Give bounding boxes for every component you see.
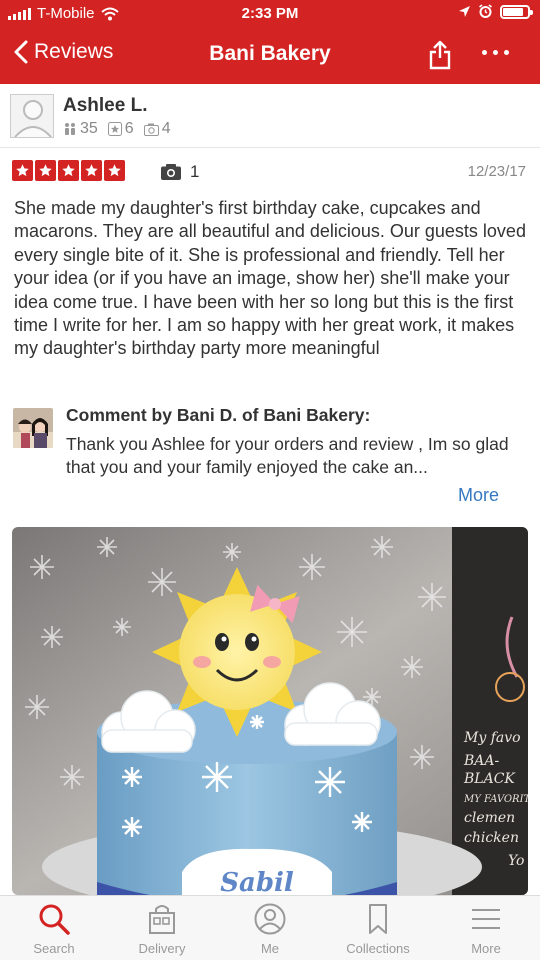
photos-count: 4 — [161, 120, 171, 137]
tab-search-label: Search — [33, 941, 75, 956]
back-button[interactable]: Reviews — [14, 40, 113, 64]
more-options-button[interactable] — [482, 50, 509, 55]
star-rating — [12, 160, 125, 181]
search-icon — [39, 904, 70, 935]
reviewer-header[interactable]: Ashlee L. 35 6 4 — [0, 84, 540, 148]
friends-stat: 35 — [63, 120, 98, 138]
location-arrow-icon — [459, 6, 470, 17]
chalkboard-text-line: Yo — [508, 853, 524, 869]
reviewer-name[interactable]: Ashlee L. — [63, 95, 147, 117]
chalkboard-text-line: BAA- — [463, 753, 500, 769]
review-photo-count[interactable]: 1 — [160, 162, 199, 182]
review-date: 12/23/17 — [467, 163, 526, 180]
bookmark-icon — [369, 904, 387, 934]
rating-star-icon — [12, 160, 33, 181]
owner-comment-title: Comment by Bani D. of Bani Bakery: — [66, 405, 371, 425]
back-label: Reviews — [34, 40, 114, 63]
status-bar: T-Mobile 2:33 PM — [0, 0, 540, 28]
chalkboard-text-line: clemen — [464, 810, 515, 826]
owner-comment-more-link[interactable]: More — [458, 485, 499, 506]
review-body: She made my daughter's first birthday ca… — [14, 198, 526, 359]
camera-small-icon — [143, 123, 159, 136]
review-star-icon — [107, 122, 122, 136]
review-photo[interactable]: My favo BAA- BLACK MY FAVORITE clemen chicken… — [12, 527, 528, 895]
chalkboard-text-line: My favo — [463, 730, 521, 746]
tab-delivery[interactable]: Delivery — [108, 896, 216, 960]
owner-photo — [13, 408, 53, 448]
menu-icon — [472, 909, 500, 929]
camera-icon — [161, 164, 181, 180]
tab-search[interactable]: Search — [0, 896, 108, 960]
delivery-bag-icon — [149, 905, 175, 934]
chevron-left-icon — [14, 40, 28, 64]
default-user-icon — [11, 95, 53, 137]
reviews-count: 6 — [124, 120, 134, 137]
rating-star-icon — [58, 160, 79, 181]
reviewer-stats: 35 6 4 — [63, 120, 171, 138]
profile-icon — [254, 903, 286, 935]
photo-count-value: 1 — [190, 162, 200, 181]
top-bar: T-Mobile 2:33 PM Reviews Bani Bakery — [0, 0, 540, 84]
rating-star-icon — [104, 160, 125, 181]
alarm-icon — [479, 4, 492, 18]
status-right-group — [458, 4, 533, 19]
reviewer-avatar[interactable] — [10, 94, 54, 138]
tab-delivery-label: Delivery — [138, 941, 186, 956]
tab-me-label: Me — [260, 941, 280, 956]
bottom-tab-bar: Search Delivery Me Collections More — [0, 895, 540, 960]
share-button[interactable] — [428, 40, 452, 75]
photos-stat: 4 — [143, 120, 171, 138]
share-icon — [429, 40, 451, 70]
tab-me[interactable]: Me — [216, 896, 324, 960]
reviews-stat: 6 — [107, 120, 134, 138]
more-dots-icon — [482, 50, 487, 55]
tab-more-label: More — [471, 941, 501, 956]
tab-more[interactable]: More — [432, 896, 540, 960]
nav-bar: Reviews Bani Bakery — [0, 28, 540, 84]
rating-star-icon — [35, 160, 56, 181]
battery-level — [503, 7, 524, 16]
battery-icon — [500, 4, 533, 19]
rating-star-icon — [81, 160, 102, 181]
owner-comment-text: Thank you Ashlee for your orders and rev… — [66, 434, 509, 477]
chalkboard-text-line: MY FAVORITE — [463, 794, 528, 805]
chalkboard-text-line: chicken — [464, 830, 519, 846]
friends-count: 35 — [80, 120, 98, 137]
tab-collections[interactable]: Collections — [324, 896, 432, 960]
cake-photo-illustration: My favo BAA- BLACK MY FAVORITE clemen chicken… — [12, 527, 528, 895]
owner-avatar[interactable] — [13, 408, 53, 448]
cake-name-text: Sabil — [220, 868, 294, 895]
friends-icon — [65, 123, 75, 135]
tab-collections-label: Collections — [346, 941, 410, 956]
chalkboard-text-line: BLACK — [463, 771, 516, 787]
